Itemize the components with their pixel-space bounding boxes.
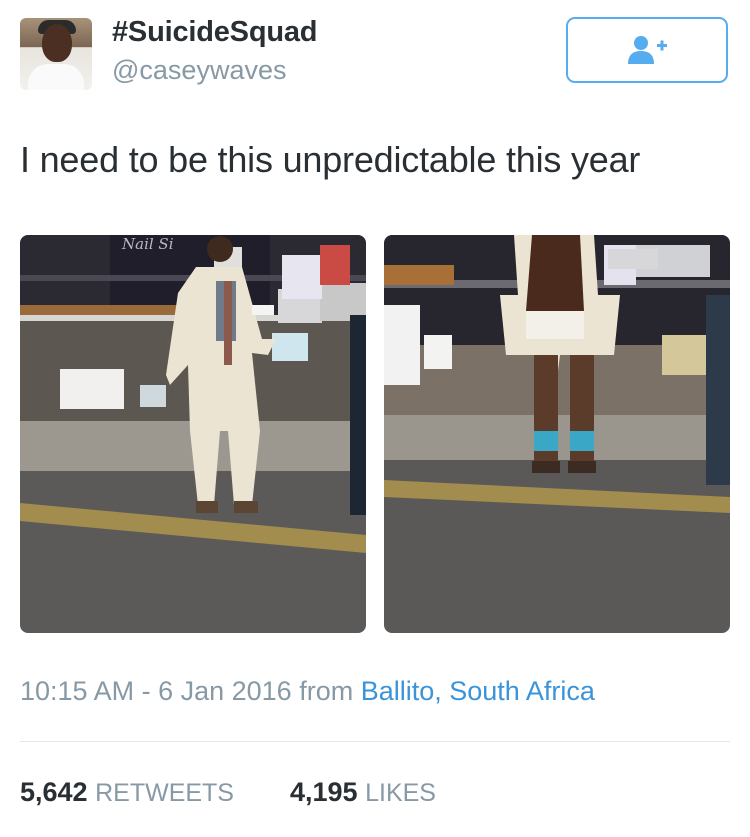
tweet-photo-back[interactable] — [384, 235, 730, 633]
photo-man-in-cream-suit-back — [384, 235, 730, 633]
tweet-time-date[interactable]: 10:15 AM - 6 Jan 2016 — [20, 676, 292, 706]
avatar[interactable] — [20, 18, 92, 90]
add-user-icon — [628, 36, 667, 64]
user-display-name[interactable]: #SuicideSquad — [112, 16, 317, 49]
retweets-label: RETWEETS — [95, 779, 234, 807]
likes-label: LIKES — [365, 779, 436, 807]
user-handle[interactable]: @caseywaves — [112, 55, 286, 86]
divider — [20, 741, 730, 742]
photo-man-in-cream-suit-front: Nail Si — [20, 235, 366, 633]
tweet-location-link[interactable]: Ballito, South Africa — [361, 676, 595, 706]
follow-button[interactable] — [566, 17, 728, 83]
shop-sign-text: Nail Si — [121, 235, 174, 253]
tweet-text: I need to be this unpredictable this yea… — [20, 139, 641, 180]
tweet-photo-front[interactable]: Nail Si — [20, 235, 366, 633]
avatar-shirt — [28, 64, 84, 90]
retweets-count: 5,642 — [20, 777, 88, 807]
retweets-stat[interactable]: 5,642 RETWEETS — [20, 777, 234, 807]
likes-count: 4,195 — [290, 777, 358, 807]
tweet-timestamp-row: 10:15 AM - 6 Jan 2016 from Ballito, Sout… — [20, 676, 595, 707]
from-label: from — [299, 676, 354, 706]
tweet-stats: 5,642 RETWEETS 4,195 LIKES — [20, 777, 436, 808]
likes-stat[interactable]: 4,195 LIKES — [290, 777, 436, 807]
avatar-face — [42, 24, 72, 62]
